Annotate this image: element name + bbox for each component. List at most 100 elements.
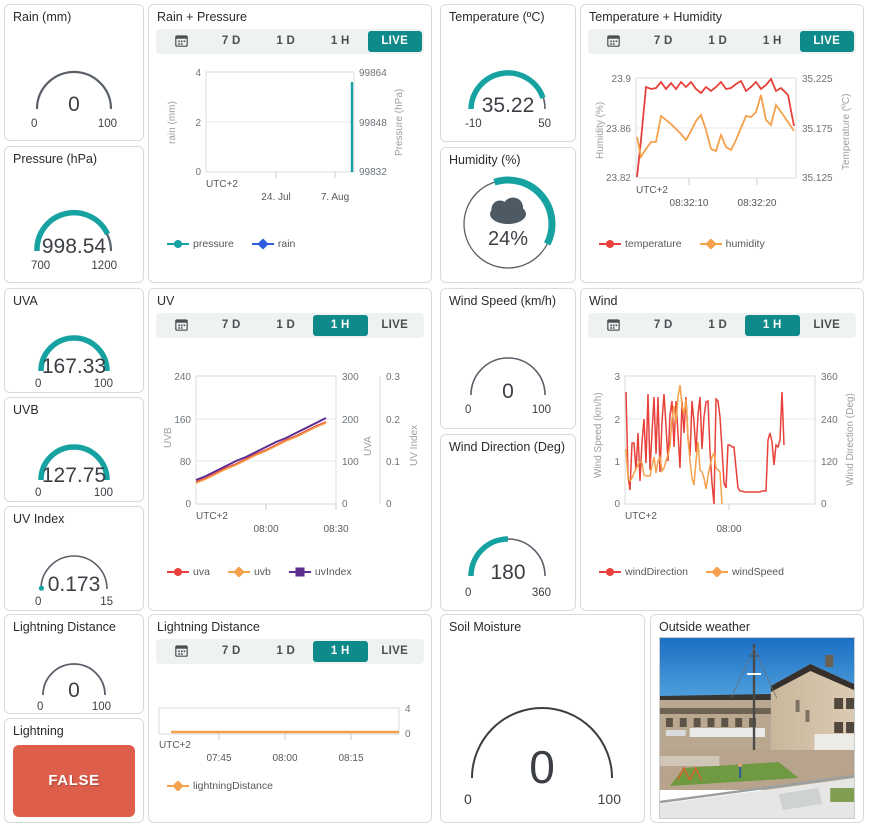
gauge-soil-moisture: 0 0 100 <box>464 706 621 807</box>
legend-item-rain[interactable]: rain <box>251 238 295 250</box>
tab-7d-uv[interactable]: 7 D <box>204 315 259 336</box>
gauge-humidity-donut: 24% <box>463 176 556 269</box>
chart-rain-pressure[interactable]: 4 2 0 rain (mm) 99864 99848 99832 Pressu… <box>149 54 432 234</box>
legend-item-temperature[interactable]: temperature <box>599 238 682 250</box>
uv-xaxis-timezone: UTC+2 <box>196 511 228 522</box>
calendar-icon[interactable] <box>158 31 204 52</box>
gauge-temperature-value: 35.22 <box>482 94 535 117</box>
gauge-uva-value: 167.33 <box>42 355 106 378</box>
panel-soil-moisture-gauge: Soil Moisture 0 0 100 <box>440 614 645 823</box>
tab-1h-wind[interactable]: 1 H <box>745 314 800 336</box>
panel-wind-chart: Wind 7 D 1 D 1 H LIVE 3 2 1 0 Wind Speed… <box>580 288 864 611</box>
panel-title-uva: UVA <box>13 294 38 308</box>
tab-1h-lightning[interactable]: 1 H <box>313 640 368 662</box>
calendar-icon-glyph <box>174 319 188 331</box>
tab-7d-lightning[interactable]: 7 D <box>204 641 259 662</box>
gauge-winddirection-value: 180 <box>490 561 525 584</box>
calendar-icon-glyph <box>174 645 188 657</box>
calendar-icon[interactable] <box>158 641 204 662</box>
panel-winddirection-gauge: Wind Direction (Deg) 180 0 360 <box>440 434 576 611</box>
legend-item-uva[interactable]: uva <box>167 566 210 578</box>
gauge-uva: 167.33 0 100 <box>35 335 113 389</box>
legend-item-lightning-distance[interactable]: lightningDistance <box>167 780 273 792</box>
tab-1h-uv[interactable]: 1 H <box>313 314 368 336</box>
tab-1d-uv[interactable]: 1 D <box>259 315 314 336</box>
timerange-tabbar-lightning[interactable]: 7 D 1 D 1 H LIVE <box>156 638 424 664</box>
tab-live-uv[interactable]: LIVE <box>368 315 423 336</box>
legend-label-uvb: uvb <box>253 565 271 578</box>
uv-yright-tick-300: 300 <box>342 372 359 383</box>
xaxis-timezone: UTC+2 <box>206 179 238 190</box>
webcam-image[interactable] <box>659 636 855 819</box>
tab-7d-rain-pressure[interactable]: 7 D <box>204 31 259 52</box>
calendar-icon[interactable] <box>590 315 636 336</box>
tab-live-rain-pressure[interactable]: LIVE <box>367 30 422 52</box>
panel-humidity-gauge: Humidity (%) 24% <box>440 147 576 283</box>
chart-uv[interactable]: 240 160 80 0 UVB 300 200 100 0 UVA 0.3 0… <box>149 338 432 562</box>
tab-1d-lightning[interactable]: 1 D <box>259 641 314 662</box>
gauge-uvindex: 0.173 0 15 <box>35 554 113 607</box>
tab-1d-rain-pressure[interactable]: 1 D <box>259 31 314 52</box>
th-xaxis-tick-1: 08:32:20 <box>738 198 777 209</box>
gauge-windspeed: 0 0 100 <box>465 357 551 416</box>
gauge-winddirection: 180 0 360 <box>465 536 551 599</box>
tab-live-temp-humidity[interactable]: LIVE <box>799 30 854 52</box>
gauge-windspeed-min: 0 <box>465 404 471 416</box>
gauge-uvindex-value: 0.173 <box>48 573 101 596</box>
tab-7d-wind[interactable]: 7 D <box>636 315 691 336</box>
timerange-tabbar-temp-humidity[interactable]: 7 D 1 D 1 H LIVE <box>588 28 856 54</box>
calendar-icon[interactable] <box>590 31 636 52</box>
calendar-icon[interactable] <box>158 315 204 336</box>
legend-item-winddirection[interactable]: windDirection <box>599 566 688 578</box>
panel-title-windspeed: Wind Speed (km/h) <box>449 294 556 308</box>
legend-item-pressure[interactable]: pressure <box>167 238 234 250</box>
legend-item-windspeed[interactable]: windSpeed <box>706 566 784 578</box>
legend-marker-pressure <box>167 239 189 248</box>
panel-title-humidity: Humidity (%) <box>449 153 521 167</box>
panel-title-outside-weather: Outside weather <box>659 620 751 634</box>
lightning-xaxis-timezone: UTC+2 <box>159 740 191 751</box>
chart-temp-humidity[interactable]: 23.9 23.86 23.82 Humidity (%) 35.225 35.… <box>581 54 864 234</box>
legend-item-uvindex[interactable]: uvIndex <box>288 566 352 578</box>
legend-rain-pressure: pressure rain <box>149 234 431 250</box>
panel-title-lightning-distance: Lightning Distance <box>13 620 116 634</box>
legend-marker-winddirection <box>599 567 621 576</box>
lightning-yaxis-tick-4: 4 <box>405 704 411 715</box>
lightning-state-button[interactable]: FALSE <box>13 744 135 817</box>
legend-item-uvb[interactable]: uvb <box>227 565 271 578</box>
tab-7d-temp-humidity[interactable]: 7 D <box>636 31 691 52</box>
gauge-soil-moisture-value: 0 <box>529 741 555 793</box>
chart-lightning-distance[interactable]: 4 0 UTC+2 07:45 08:00 08:15 <box>149 664 432 776</box>
gauge-rain-min: 0 <box>31 118 37 130</box>
gauge-pressure-min: 700 <box>31 260 50 272</box>
tab-1h-rain-pressure[interactable]: 1 H <box>313 31 368 52</box>
panel-lightning-state: Lightning FALSE <box>4 718 144 823</box>
timerange-tabbar-rain-pressure[interactable]: 7 D 1 D 1 H LIVE <box>156 28 424 54</box>
panel-pressure-gauge: Pressure (hPa) 998.54 700 1200 <box>4 146 144 283</box>
uv-yright-tick-100: 100 <box>342 457 359 468</box>
timerange-tabbar-uv[interactable]: 7 D 1 D 1 H LIVE <box>156 312 424 338</box>
th-yright-tick-mid: 35.175 <box>802 124 833 135</box>
uv-yright2-tick-01: 0.1 <box>386 457 400 468</box>
panel-title-pressure: Pressure (hPa) <box>13 152 98 166</box>
timerange-tabbar-wind[interactable]: 7 D 1 D 1 H LIVE <box>588 312 856 338</box>
lightning-xaxis-tick-0: 07:45 <box>206 753 231 764</box>
gauge-pressure: 998.54 700 1200 <box>31 209 117 272</box>
tab-live-wind[interactable]: LIVE <box>800 315 855 336</box>
chart-wind[interactable]: 3 2 1 0 Wind Speed (km/h) 360 240 120 0 … <box>581 338 864 562</box>
lightning-xaxis-tick-2: 08:15 <box>338 753 363 764</box>
tab-live-lightning[interactable]: LIVE <box>368 641 423 662</box>
gauge-rain: 0 0 100 <box>31 70 117 130</box>
uv-yright-tick-200: 200 <box>342 415 359 426</box>
legend-label-humidity: humidity <box>725 237 765 250</box>
uv-yleft-tick-0: 0 <box>185 499 191 510</box>
wind-yleft-tick-3: 3 <box>614 372 620 383</box>
legend-item-humidity[interactable]: humidity <box>699 237 765 250</box>
tab-1d-wind[interactable]: 1 D <box>691 315 746 336</box>
tab-1d-temp-humidity[interactable]: 1 D <box>691 31 746 52</box>
panel-uva-gauge: UVA 167.33 0 100 <box>4 288 144 393</box>
gauge-uvindex-min: 0 <box>35 596 41 607</box>
tab-1h-temp-humidity[interactable]: 1 H <box>745 31 800 52</box>
gauge-temperature-max: 50 <box>538 118 551 130</box>
panel-windspeed-gauge: Wind Speed (km/h) 0 0 100 <box>440 288 576 429</box>
